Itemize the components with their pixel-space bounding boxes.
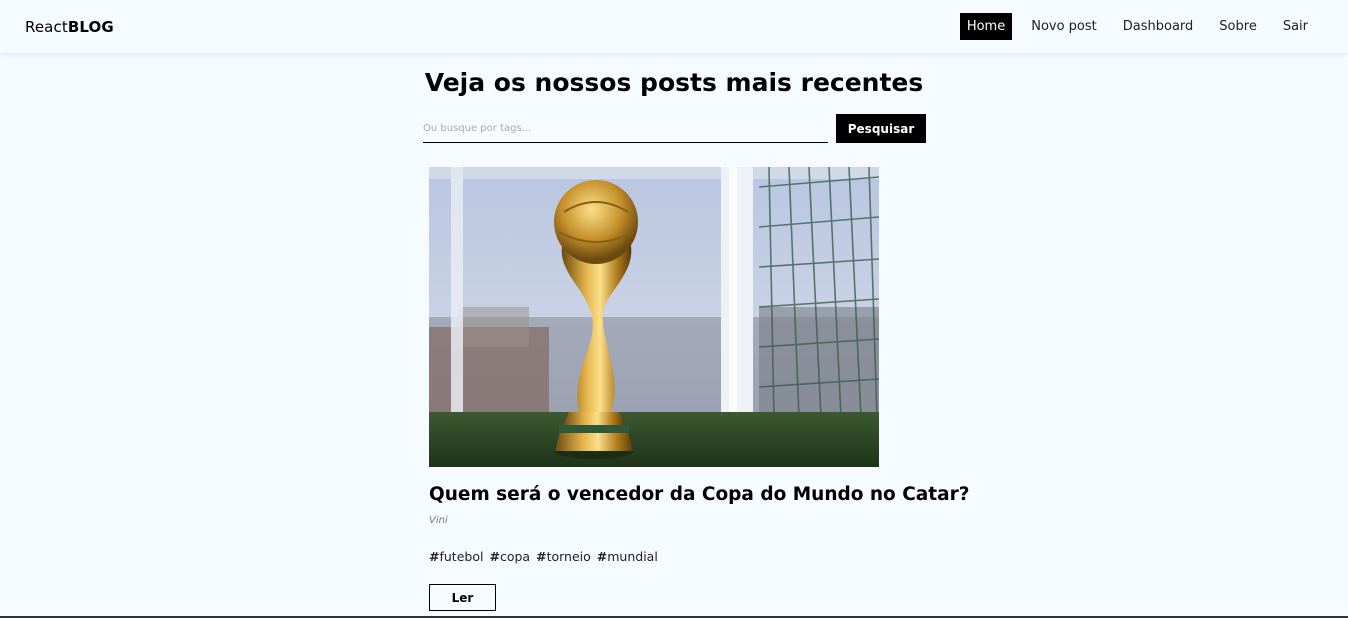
tag-label: torneio xyxy=(546,549,591,564)
brand-logo[interactable]: ReactBLOG xyxy=(25,18,114,36)
tag-label: copa xyxy=(499,549,531,564)
tag-item[interactable]: #torneio xyxy=(536,549,591,564)
search-form: Pesquisar xyxy=(423,114,926,143)
tag-label: futebol xyxy=(439,549,484,564)
nav-link-about[interactable]: Sobre xyxy=(1212,13,1264,40)
nav-links: Home Novo post Dashboard Sobre Sair xyxy=(948,13,1308,40)
nav-link-home[interactable]: Home xyxy=(959,13,1013,40)
tag-item[interactable]: #futebol xyxy=(429,549,483,564)
post-title[interactable]: Quem será o vencedor da Copa do Mundo no… xyxy=(429,484,969,505)
page-title: Veja os nossos posts mais recentes xyxy=(424,68,924,97)
post-author: Vini xyxy=(429,515,448,526)
nav-link-dashboard[interactable]: Dashboard xyxy=(1116,13,1201,40)
search-input[interactable] xyxy=(423,114,828,143)
post-image xyxy=(429,167,879,467)
navbar: ReactBLOG Home Novo post Dashboard Sobre… xyxy=(0,0,1348,53)
read-post-button[interactable]: Ler xyxy=(429,584,496,611)
logout-button[interactable]: Sair xyxy=(1283,13,1308,40)
search-button[interactable]: Pesquisar xyxy=(836,114,926,143)
tag-item[interactable]: #copa xyxy=(489,549,530,564)
brand-light-text: React xyxy=(25,17,68,36)
nav-link-new-post[interactable]: Novo post xyxy=(1024,13,1104,40)
brand-bold-text: BLOG xyxy=(67,17,114,36)
tag-item[interactable]: #mundial xyxy=(597,549,658,564)
tag-label: mundial xyxy=(607,549,658,564)
tag-list: #futebol #copa #torneio #mundial xyxy=(429,549,664,564)
